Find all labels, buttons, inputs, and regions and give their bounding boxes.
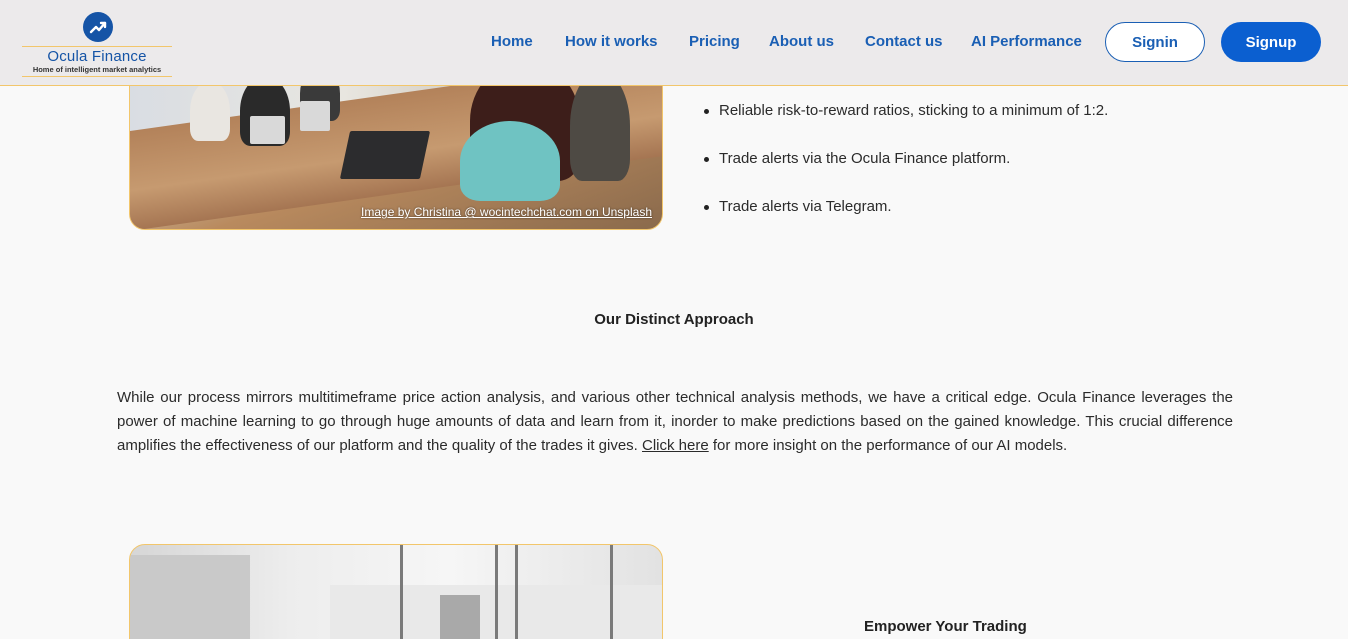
- feature-item: Trade alerts via the Ocula Finance platf…: [704, 150, 1108, 168]
- photo-laptop: [339, 131, 431, 179]
- brand-logo[interactable]: Ocula Finance Home of intelligent market…: [22, 10, 174, 78]
- photo-building: [440, 595, 480, 639]
- photo-wall: [130, 555, 250, 639]
- trend-arrow-icon: [83, 12, 113, 42]
- photo-person: [190, 81, 230, 141]
- photo-window-frame: [400, 545, 403, 639]
- nav-contact-us[interactable]: Contact us: [865, 33, 943, 50]
- photo-window-frame: [495, 545, 498, 639]
- nav-pricing[interactable]: Pricing: [689, 33, 740, 50]
- feature-item: Trade alerts via Telegram.: [704, 198, 1108, 216]
- feature-item: Reliable risk-to-reward ratios, sticking…: [704, 102, 1108, 120]
- click-here-link[interactable]: Click here: [642, 437, 709, 454]
- nav-ai-performance[interactable]: AI Performance: [971, 33, 1082, 50]
- approach-paragraph: While our process mirrors multitimeframe…: [117, 386, 1233, 458]
- photo-laptop: [300, 101, 330, 131]
- logo-divider: [22, 76, 172, 77]
- office-photo: [129, 544, 663, 639]
- brand-tagline: Home of intelligent market analytics: [32, 65, 162, 74]
- signup-button[interactable]: Signup: [1221, 22, 1321, 62]
- nav-home[interactable]: Home: [491, 33, 533, 50]
- approach-text-end: for more insight on the performance of o…: [708, 437, 1068, 454]
- site-header: Ocula Finance Home of intelligent market…: [0, 0, 1348, 86]
- image-credit-link[interactable]: Image by Christina @ wocintechchat.com o…: [361, 205, 652, 219]
- empower-title: Empower Your Trading: [864, 618, 1027, 635]
- photo-laptop: [250, 116, 285, 144]
- signin-button[interactable]: Signin: [1105, 22, 1205, 62]
- brand-name: Ocula Finance: [47, 48, 147, 65]
- photo-window-frame: [515, 545, 518, 639]
- nav-how-it-works[interactable]: How it works: [565, 33, 658, 50]
- photo-person: [570, 71, 630, 181]
- feature-list: Reliable risk-to-reward ratios, sticking…: [704, 102, 1108, 246]
- photo-person: [460, 121, 560, 201]
- nav-about-us[interactable]: About us: [769, 33, 834, 50]
- logo-divider: [22, 46, 172, 47]
- approach-title: Our Distinct Approach: [594, 311, 754, 328]
- photo-window-frame: [610, 545, 613, 639]
